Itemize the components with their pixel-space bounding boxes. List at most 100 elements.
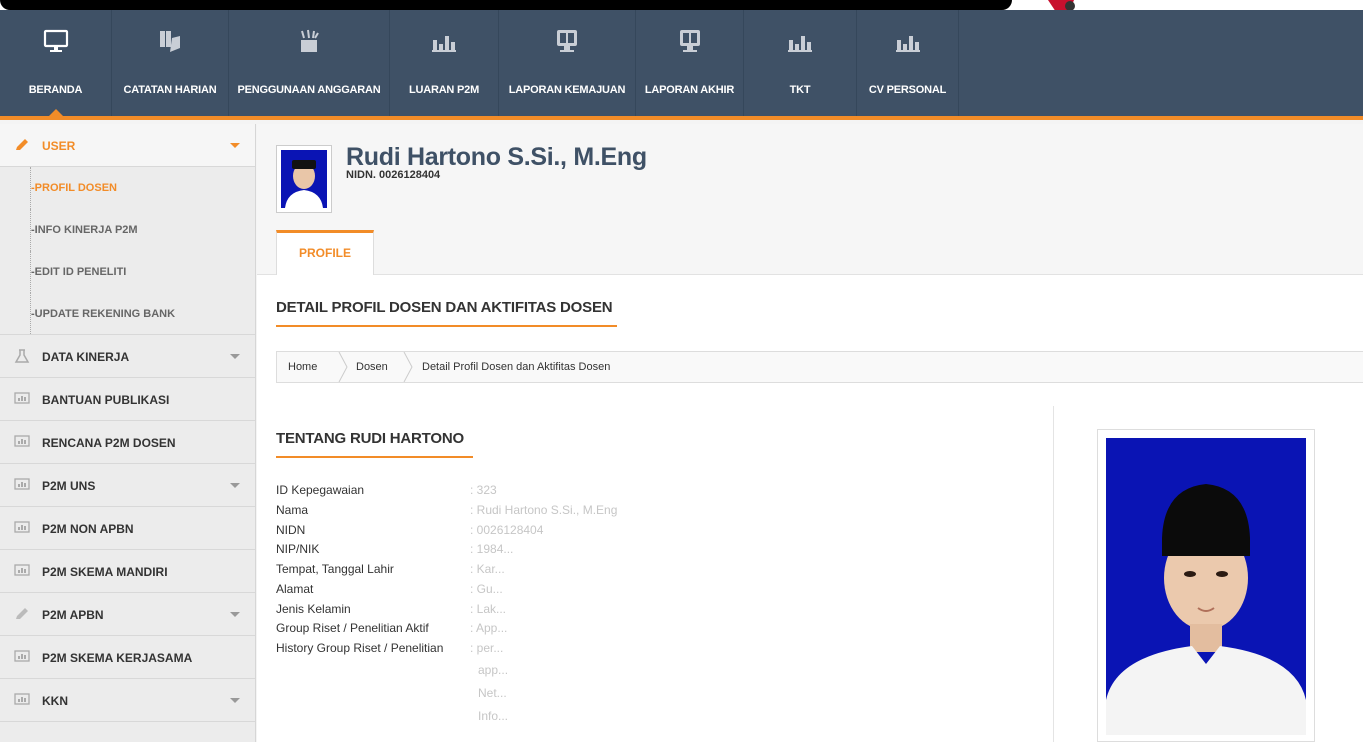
nav-label: LAPORAN AKHIR: [644, 84, 735, 96]
field-value: : 1984...: [470, 542, 514, 556]
sidebar-subitem-info-kinerja[interactable]: -INFO KINERJA P2M: [0, 209, 255, 251]
hand-notes-icon: [160, 31, 180, 52]
sidebar-item-label: RENCANA P2M DOSEN: [42, 436, 176, 450]
sidebar-item-p2m-skema-mandiri[interactable]: P2M SKEMA MANDIRI: [0, 550, 255, 593]
portrait-photo-icon: [1106, 438, 1306, 735]
top-strip: [0, 0, 1363, 24]
sidebar-item-label: P2M APBN: [42, 608, 104, 622]
field-key: NIDN: [276, 523, 306, 537]
sidebar-subitem-edit-id-peneliti[interactable]: -EDIT ID PENELITI: [0, 251, 255, 293]
main-navigation: BERANDA CATATAN HARIAN PENGGUNAAN ANGGAR…: [0, 10, 1363, 120]
nav-label: TKT: [789, 84, 811, 96]
bar-chart-icon: [432, 36, 456, 52]
avatar: [276, 145, 332, 213]
nav-laporan-akhir[interactable]: LAPORAN AKHIR: [636, 10, 744, 116]
field-key: Tempat, Tanggal Lahir: [276, 562, 394, 576]
profile-photo: [1097, 429, 1315, 742]
sidebar-subitem-label: INFO KINERJA P2M: [34, 224, 138, 236]
nav-cv-personal[interactable]: CV PERSONAL: [857, 10, 959, 116]
sidebar-item-user[interactable]: USER: [0, 124, 255, 167]
sidebar-item-label: P2M SKEMA MANDIRI: [42, 565, 168, 579]
sidebar-item-label: P2M SKEMA KERJASAMA: [42, 651, 193, 665]
column-divider: [1053, 406, 1054, 742]
field-key: NIP/NIK: [276, 542, 320, 556]
nav-beranda[interactable]: BERANDA: [0, 10, 112, 116]
field-key: Group Riset / Penelitian Aktif: [276, 621, 429, 635]
pencil-icon: [16, 139, 28, 150]
nav-catatan-harian[interactable]: CATATAN HARIAN: [112, 10, 229, 116]
tab-profile[interactable]: PROFILE: [276, 230, 374, 275]
avatar-photo-icon: [281, 150, 327, 208]
bar-chart-icon: [788, 36, 812, 52]
profile-name: Rudi Hartono S.Si., M.Eng: [346, 143, 647, 171]
about-title: TENTANG RUDI HARTONO: [276, 430, 473, 458]
chevron-down-icon: [230, 612, 240, 617]
bar-chart-icon: [895, 36, 920, 52]
nav-laporan-kemajuan[interactable]: LAPORAN KEMAJUAN: [499, 10, 636, 116]
field-value: : 0026128404: [470, 523, 544, 537]
report-screen-icon: [679, 30, 700, 52]
main-content: Rudi Hartono S.Si., M.Eng NIDN. 00261284…: [257, 124, 1363, 742]
field-value: : Kar...: [470, 562, 505, 576]
nav-penggunaan-anggaran[interactable]: PENGGUNAAN ANGGARAN: [229, 10, 390, 116]
sidebar: USER -PROFIL DOSEN -INFO KINERJA P2M -ED…: [0, 124, 256, 742]
budget-icon: [301, 29, 319, 52]
profile-nidn: NIDN. 0026128404: [346, 169, 441, 181]
field-value: : Lak...: [470, 602, 507, 616]
field-key: Jenis Kelamin: [276, 602, 351, 616]
field-value: app...: [478, 663, 509, 677]
chevron-down-icon: [230, 354, 240, 359]
sidebar-item-label: KKN: [42, 694, 68, 708]
breadcrumb-dosen[interactable]: Dosen: [356, 361, 388, 373]
sidebar-subitem-label: EDIT ID PENELITI: [34, 266, 127, 278]
nav-luaran-p2m[interactable]: LUARAN P2M: [390, 10, 499, 116]
field-value: : App...: [470, 621, 508, 635]
field-key: Nama: [276, 503, 309, 517]
chart-box-icon: [14, 521, 30, 533]
monitor-icon: [43, 29, 68, 52]
sidebar-item-p2m-skema-kerjasama[interactable]: P2M SKEMA KERJASAMA: [0, 636, 255, 679]
chart-box-icon: [14, 564, 30, 576]
breadcrumb-separator-icon: [338, 352, 348, 382]
chart-box-icon: [14, 392, 30, 404]
chart-box-icon: [14, 650, 30, 662]
sidebar-item-kkn[interactable]: KKN: [0, 679, 255, 722]
sidebar-item-label: USER: [42, 139, 76, 153]
pencil-icon: [16, 608, 28, 619]
sidebar-item-bantuan-publikasi[interactable]: BANTUAN PUBLIKASI: [0, 378, 255, 421]
chart-box-icon: [14, 435, 30, 447]
nav-label: BERANDA: [28, 84, 83, 96]
nav-tkt[interactable]: TKT: [744, 10, 857, 116]
breadcrumb: Home Dosen Detail Profil Dosen dan Aktif…: [276, 351, 1363, 383]
sidebar-subitem-label: UPDATE REKENING BANK: [34, 308, 176, 320]
sidebar-item-p2m-apbn[interactable]: P2M APBN: [0, 593, 255, 636]
sidebar-item-data-kinerja[interactable]: DATA KINERJA: [0, 335, 255, 378]
sidebar-subitem-profil-dosen[interactable]: -PROFIL DOSEN: [0, 167, 255, 209]
field-value: : Gu...: [470, 582, 503, 596]
report-screen-icon: [557, 30, 577, 52]
chevron-down-icon: [230, 483, 240, 488]
field-key: ID Kepegawaian: [276, 483, 365, 497]
sidebar-item-label: P2M UNS: [42, 479, 96, 493]
field-value: Info...: [478, 709, 509, 723]
sidebar-subitem-label: PROFIL DOSEN: [34, 182, 117, 194]
sidebar-item-p2m-non-apbn[interactable]: P2M NON APBN: [0, 507, 255, 550]
nav-label: LUARAN P2M: [408, 84, 480, 96]
top-black-bar: [0, 0, 1012, 10]
field-value: : per...: [470, 641, 504, 655]
sidebar-item-p2m-uns[interactable]: P2M UNS: [0, 464, 255, 507]
nav-label: LAPORAN KEMAJUAN: [508, 84, 626, 96]
chart-box-icon: [14, 693, 30, 705]
nav-label: CATATAN HARIAN: [123, 84, 217, 96]
breadcrumb-home[interactable]: Home: [288, 361, 317, 373]
field-key: Alamat: [276, 582, 314, 596]
breadcrumb-current: Detail Profil Dosen dan Aktifitas Dosen: [422, 361, 611, 373]
field-value: Net...: [478, 686, 507, 700]
nav-label: CV PERSONAL: [868, 84, 947, 96]
flask-icon: [14, 349, 30, 363]
section-title: DETAIL PROFIL DOSEN DAN AKTIFITAS DOSEN: [276, 299, 617, 327]
sidebar-subitem-update-rekening[interactable]: -UPDATE REKENING BANK: [0, 293, 255, 335]
field-value: : Rudi Hartono S.Si., M.Eng: [470, 503, 618, 517]
sidebar-item-rencana-p2m[interactable]: RENCANA P2M DOSEN: [0, 421, 255, 464]
sidebar-item-label: BANTUAN PUBLIKASI: [42, 393, 170, 407]
